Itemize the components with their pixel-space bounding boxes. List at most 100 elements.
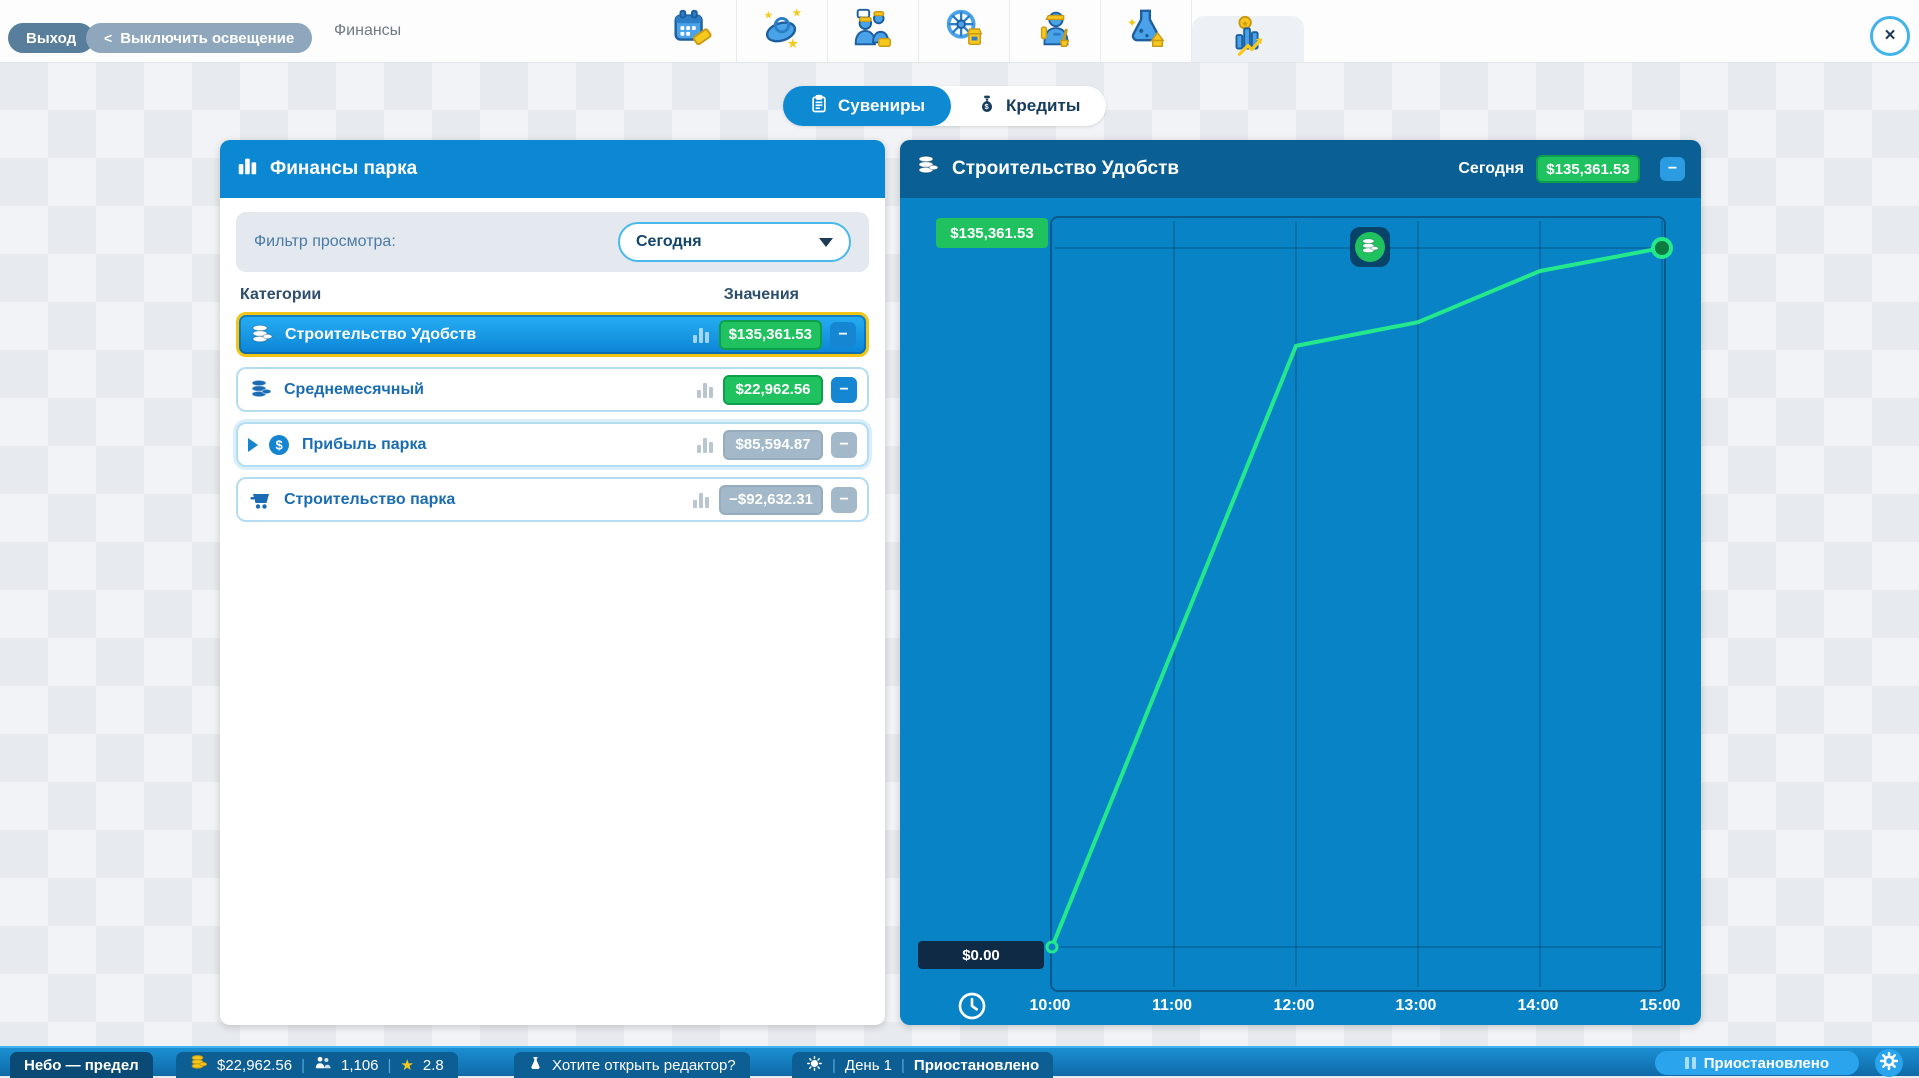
breadcrumb: Финансы bbox=[334, 22, 402, 39]
series-legend-marker[interactable] bbox=[1350, 227, 1390, 267]
tab-credits[interactable]: $ Кредиты bbox=[951, 86, 1106, 126]
finances-chart-icon: ★ bbox=[1225, 14, 1271, 65]
receipt-icon bbox=[809, 93, 829, 120]
row-park-construction[interactable]: Строительство парка −$92,632.31 − bbox=[236, 477, 869, 522]
park-money[interactable]: $22,962.56 bbox=[217, 1057, 292, 1074]
tab-souvenirs-label: Сувениры bbox=[838, 96, 926, 115]
ferris-wheel-shop-icon bbox=[941, 6, 987, 57]
col-values: Значения bbox=[723, 286, 799, 303]
chart-plot[interactable] bbox=[1045, 216, 1673, 992]
row-amenity-construction[interactable]: Строительство Удобств $135,361.53 − bbox=[236, 312, 869, 357]
chart-panel: Строительство Удобств Сегодня $135,361.5… bbox=[900, 140, 1701, 1025]
day-counter: День 1 bbox=[844, 1056, 893, 1074]
star-icon: ★ bbox=[400, 1057, 414, 1074]
staff-icon bbox=[1032, 6, 1078, 57]
view-filter-label: Фильтр просмотра: bbox=[254, 233, 396, 250]
row-collapse-button[interactable]: − bbox=[831, 486, 857, 513]
row-collapse-button[interactable]: − bbox=[831, 431, 857, 458]
money-bag-icon: $ bbox=[977, 93, 997, 120]
mini-chart-icon[interactable] bbox=[697, 437, 713, 453]
close-button[interactable]: × bbox=[1870, 16, 1910, 56]
park-rating[interactable]: 2.8 bbox=[423, 1057, 444, 1074]
toolbar: ★ ★ ★ ✦ ★ bbox=[646, 0, 1304, 62]
editor-hint-segment[interactable]: Хотите открыть редактор? bbox=[514, 1052, 750, 1078]
minus-icon: − bbox=[839, 380, 849, 398]
svg-text:★: ★ bbox=[792, 7, 802, 19]
minus-icon: − bbox=[839, 490, 849, 508]
row-monthly-average[interactable]: Среднемесячный $22,962.56 − bbox=[236, 367, 869, 412]
svg-text:✦: ✦ bbox=[1127, 16, 1137, 30]
mini-chart-icon[interactable] bbox=[693, 492, 710, 508]
game-state: Приостановлено bbox=[913, 1056, 1040, 1074]
minus-icon: − bbox=[839, 435, 849, 453]
row-value-badge: $22,962.56 bbox=[723, 374, 823, 405]
guests-count-icon bbox=[314, 1054, 332, 1076]
editor-hint: Хотите открыть редактор? bbox=[552, 1056, 736, 1074]
calendar-ticket-icon bbox=[668, 6, 714, 57]
mini-chart-icon[interactable] bbox=[692, 327, 709, 343]
dollar-coin-icon: $ bbox=[266, 433, 292, 457]
toolbar-tab-staff[interactable] bbox=[1010, 0, 1101, 62]
y-max-label: $135,361.53 bbox=[936, 218, 1048, 248]
chevron-left-icon: < bbox=[104, 30, 113, 46]
toolbar-tab-calendar[interactable] bbox=[646, 0, 737, 62]
gear-icon bbox=[1879, 1051, 1899, 1076]
tab-credits-label: Кредиты bbox=[1006, 96, 1081, 115]
close-icon: × bbox=[1884, 25, 1896, 46]
row-label: Строительство парка bbox=[284, 490, 456, 508]
row-park-profit[interactable]: $ Прибыль парка $85,594.87 − bbox=[236, 422, 869, 467]
period-dropdown-value: Сегодня bbox=[636, 233, 702, 250]
x-tick-label: 10:00 bbox=[1029, 997, 1071, 1014]
park-name: Небо — предел bbox=[24, 1056, 139, 1074]
x-tick-label: 14:00 bbox=[1517, 997, 1559, 1014]
mini-chart-icon[interactable] bbox=[697, 382, 713, 398]
view-filter-row: Фильтр просмотра: Сегодня bbox=[236, 212, 869, 272]
row-value-badge: $85,594.87 bbox=[723, 429, 823, 460]
guests-icon bbox=[850, 6, 896, 57]
top-bar: Выход < Выключить освещение Финансы ★ ★ … bbox=[0, 0, 1919, 63]
toolbar-tab-attractions[interactable] bbox=[919, 0, 1010, 62]
minecart-icon bbox=[248, 488, 274, 512]
svg-text:★: ★ bbox=[787, 36, 799, 51]
tab-souvenirs[interactable]: Сувениры bbox=[783, 86, 952, 126]
guest-count[interactable]: 1,106 bbox=[341, 1057, 379, 1074]
toolbar-tab-rides[interactable]: ★ ★ ★ bbox=[737, 0, 828, 62]
row-value-badge: $135,361.53 bbox=[718, 319, 822, 350]
coins-stack-icon bbox=[248, 378, 274, 402]
chart-collapse-button[interactable]: − bbox=[1660, 157, 1685, 181]
coins-stack-icon bbox=[190, 1054, 208, 1076]
separator: | bbox=[387, 1056, 392, 1074]
expand-arrow-icon[interactable] bbox=[248, 437, 258, 452]
minus-icon: − bbox=[838, 325, 848, 343]
x-tick-label: 13:00 bbox=[1395, 997, 1437, 1014]
row-label: Прибыль парка bbox=[302, 435, 427, 453]
separator: | bbox=[832, 1056, 836, 1074]
finance-rows: Строительство Удобств $135,361.53 − Сред… bbox=[236, 312, 869, 522]
y-min-label: $0.00 bbox=[918, 941, 1044, 969]
toolbar-tab-finances-active[interactable]: ★ bbox=[1192, 14, 1304, 65]
chart-period-label: Сегодня bbox=[1458, 160, 1524, 177]
chart-panel-header: Строительство Удобств Сегодня $135,361.5… bbox=[900, 140, 1701, 198]
x-tick-label: 11:00 bbox=[1151, 997, 1193, 1014]
toolbar-tab-research[interactable]: ✦ bbox=[1101, 0, 1192, 62]
chevron-down-icon bbox=[819, 237, 833, 247]
clock-icon[interactable] bbox=[956, 990, 988, 1022]
park-finances-header: Финансы парка bbox=[220, 140, 885, 198]
row-label: Строительство Удобств bbox=[285, 325, 477, 343]
x-axis-labels: 10:00 11:00 12:00 13:00 14:00 15:00 bbox=[900, 988, 1701, 1024]
pause-button[interactable]: Приостановлено bbox=[1654, 1051, 1859, 1075]
exit-button[interactable]: Выход bbox=[8, 23, 95, 53]
coins-stack-icon bbox=[1355, 232, 1385, 262]
day-state-segment: | День 1 | Приостановлено bbox=[792, 1052, 1054, 1078]
minus-icon: − bbox=[1667, 160, 1678, 177]
toggle-lighting-button[interactable]: < Выключить освещение bbox=[86, 23, 313, 53]
toolbar-tab-guests[interactable] bbox=[828, 0, 919, 62]
table-column-headers: Категории Значения bbox=[240, 286, 865, 304]
finance-mode-tabs: Сувениры $ Кредиты bbox=[783, 86, 1107, 126]
row-collapse-button[interactable]: − bbox=[830, 321, 856, 348]
coaster-icon: ★ ★ ★ bbox=[759, 6, 805, 57]
x-tick-label: 15:00 bbox=[1639, 997, 1681, 1014]
period-dropdown[interactable]: Сегодня bbox=[618, 222, 851, 262]
row-collapse-button[interactable]: − bbox=[831, 376, 857, 403]
settings-button[interactable] bbox=[1875, 1049, 1903, 1077]
